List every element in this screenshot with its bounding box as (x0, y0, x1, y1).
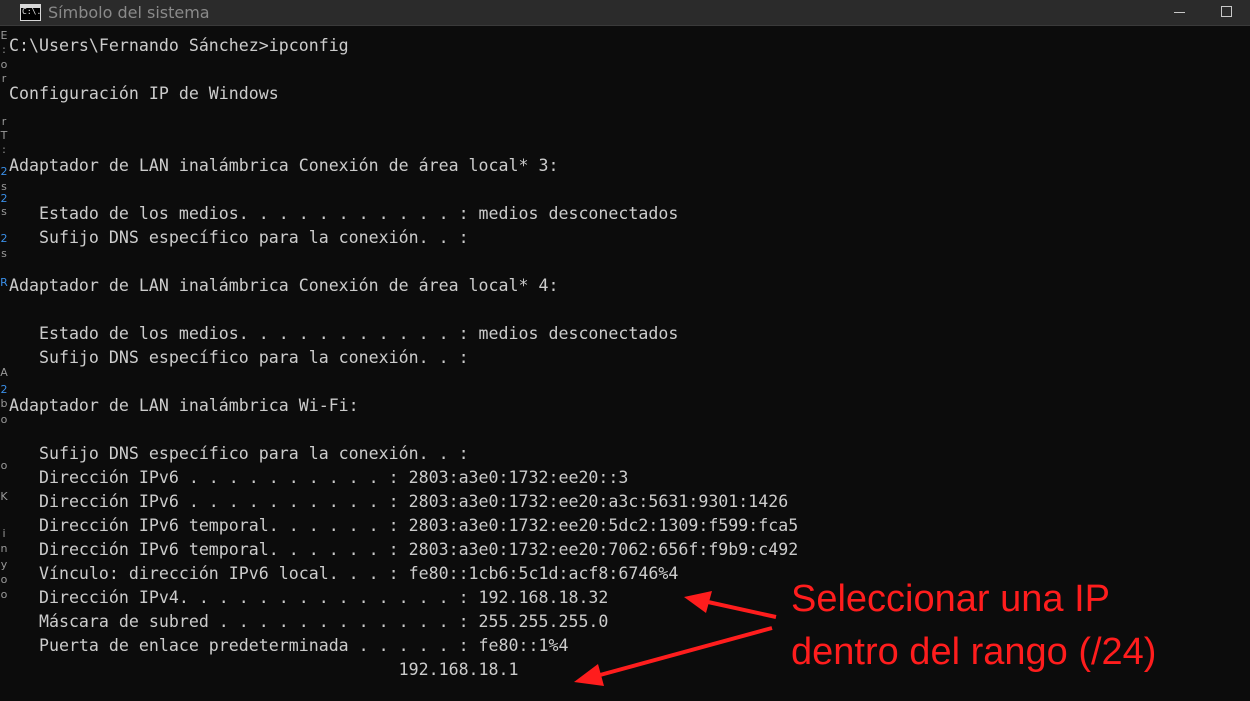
strip-char: o (0, 58, 8, 71)
strip-char: o (0, 459, 8, 472)
minimize-button[interactable] (1157, 0, 1203, 26)
console-line: Sufijo DNS específico para la conexión. … (9, 228, 469, 247)
strip-char: y (0, 558, 8, 571)
maximize-button[interactable] (1203, 0, 1249, 26)
strip-char: A (0, 366, 8, 379)
console-line: Adaptador de LAN inalámbrica Conexión de… (9, 276, 559, 295)
strip-char: R (0, 276, 8, 289)
console-line: Dirección IPv6 . . . . . . . . . . : 280… (9, 468, 629, 487)
annotation-line-2: dentro del rango (/24) (791, 631, 1157, 673)
console-line: Puerta de enlace predeterminada . . . . … (9, 636, 569, 655)
console-line: Adaptador de LAN inalámbrica Wi-Fi: (9, 396, 359, 415)
strip-char: 2 (0, 192, 8, 205)
console-line: Sufijo DNS específico para la conexión. … (9, 444, 469, 463)
console-line: Vínculo: dirección IPv6 local. . . : fe8… (9, 564, 679, 583)
strip-char: o (0, 413, 8, 426)
console-line: Estado de los medios. . . . . . . . . . … (9, 204, 679, 223)
title-bar[interactable]: C:\. Símbolo del sistema (0, 0, 1250, 26)
console-line: Dirección IPv4. . . . . . . . . . . . . … (9, 588, 609, 607)
cmd-icon[interactable]: C:\. (20, 4, 41, 21)
console-line: Estado de los medios. . . . . . . . . . … (9, 324, 679, 343)
strip-char: 2 (0, 165, 8, 178)
console-line: Dirección IPv6 temporal. . . . . . : 280… (9, 540, 799, 559)
strip-char: r (1, 115, 7, 128)
strip-char: i (2, 527, 6, 540)
strip-char: s (1, 205, 7, 218)
console-line: Máscara de subred . . . . . . . . . . . … (9, 612, 609, 631)
strip-char: 2 (0, 383, 8, 396)
strip-char: o (0, 573, 8, 586)
strip-char: E (0, 29, 8, 42)
strip-char: 2 (0, 232, 8, 245)
console-line: 192.168.18.1 (9, 660, 519, 679)
console-line: Sufijo DNS específico para la conexión. … (9, 348, 469, 367)
strip-char: : (2, 43, 6, 56)
strip-char: r (1, 72, 7, 85)
console-line: C:\Users\Fernando Sánchez>ipconfig (9, 36, 349, 55)
strip-char: T (0, 129, 8, 142)
strip-char: n (0, 542, 8, 555)
background-window-strip: E:orrT:2s2s2sRA2booKinyoo (0, 26, 8, 701)
annotation-line-1: Seleccionar una IP (791, 578, 1110, 620)
console-line: Configuración IP de Windows (9, 84, 279, 103)
strip-char: o (0, 588, 8, 601)
console-line: Adaptador de LAN inalámbrica Conexión de… (9, 156, 559, 175)
strip-char: K (0, 490, 8, 503)
console-line: Dirección IPv6 temporal. . . . . . : 280… (9, 516, 799, 535)
window-title: Símbolo del sistema (48, 3, 210, 22)
strip-char: : (2, 143, 6, 156)
console-line: Dirección IPv6 . . . . . . . . . . : 280… (9, 492, 789, 511)
strip-char: b (0, 397, 8, 410)
strip-char: s (1, 247, 7, 260)
